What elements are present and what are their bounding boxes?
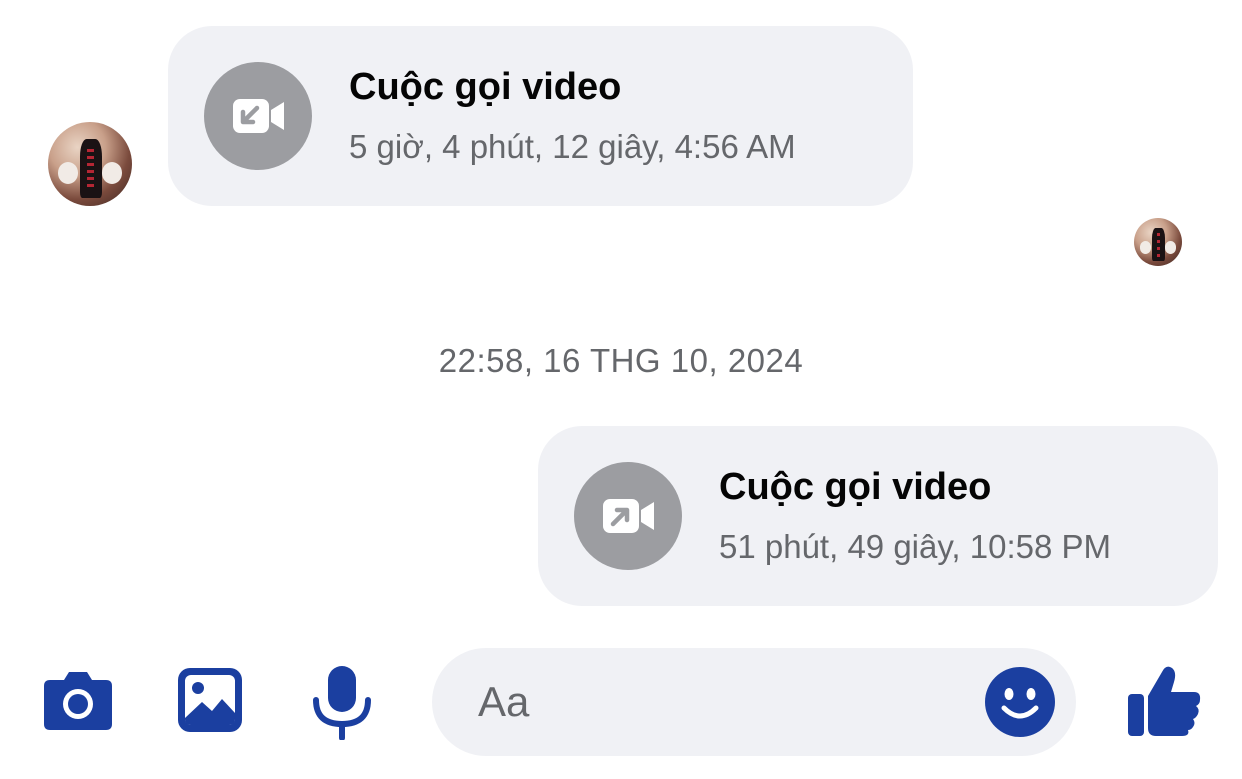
incoming-video-call-bubble[interactable]: Cuộc gọi video 5 giờ, 4 phút, 12 giây, 4… <box>168 26 913 206</box>
avatar-photo-detail <box>1164 241 1177 254</box>
seen-receipt-avatar <box>1134 218 1182 266</box>
message-input[interactable] <box>478 672 958 732</box>
gallery-icon[interactable] <box>176 666 244 734</box>
camera-icon[interactable] <box>42 668 114 732</box>
outgoing-video-call-icon <box>574 462 682 570</box>
incoming-video-call-icon <box>204 62 312 170</box>
avatar-photo-detail <box>1156 233 1161 258</box>
call-title: Cuộc gọi video <box>349 66 622 108</box>
thumbs-up-icon[interactable] <box>1124 662 1204 738</box>
call-title: Cuộc gọi video <box>719 466 992 508</box>
avatar-photo-detail <box>87 148 95 191</box>
microphone-icon[interactable] <box>310 664 374 741</box>
avatar-photo-detail <box>58 162 79 185</box>
contact-avatar[interactable] <box>48 122 132 206</box>
avatar-photo-detail <box>1139 241 1152 254</box>
emoji-icon[interactable] <box>984 666 1056 738</box>
call-duration-time: 51 phút, 49 giây, 10:58 PM <box>719 528 1111 565</box>
message-input-container <box>432 648 1076 756</box>
avatar-photo-detail <box>101 162 122 185</box>
timestamp-divider: 22:58, 16 THG 10, 2024 <box>438 342 804 379</box>
messenger-chat-screen: Cuộc gọi video 5 giờ, 4 phút, 12 giây, 4… <box>0 0 1242 779</box>
outgoing-video-call-bubble[interactable]: Cuộc gọi video 51 phút, 49 giây, 10:58 P… <box>538 426 1218 606</box>
call-duration-time: 5 giờ, 4 phút, 12 giây, 4:56 AM <box>349 128 796 165</box>
